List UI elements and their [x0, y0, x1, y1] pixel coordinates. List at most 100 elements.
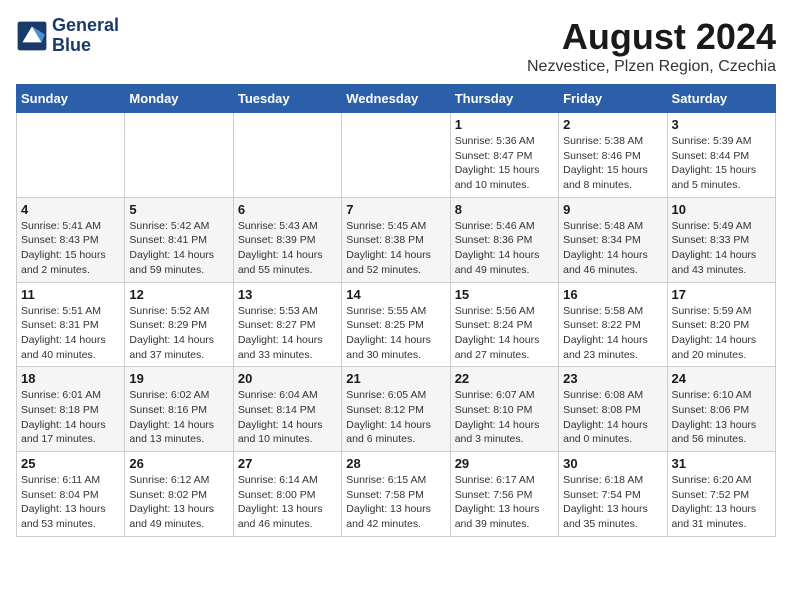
day-number: 14 — [346, 287, 445, 302]
calendar-cell: 31Sunrise: 6:20 AM Sunset: 7:52 PM Dayli… — [667, 452, 775, 537]
calendar-cell: 4Sunrise: 5:41 AM Sunset: 8:43 PM Daylig… — [17, 197, 125, 282]
day-info: Sunrise: 5:42 AM Sunset: 8:41 PM Dayligh… — [129, 219, 228, 278]
day-info: Sunrise: 6:11 AM Sunset: 8:04 PM Dayligh… — [21, 473, 120, 532]
calendar-cell — [233, 113, 341, 198]
day-number: 20 — [238, 371, 337, 386]
day-number: 23 — [563, 371, 662, 386]
day-number: 12 — [129, 287, 228, 302]
day-info: Sunrise: 6:10 AM Sunset: 8:06 PM Dayligh… — [672, 388, 771, 447]
calendar-cell: 17 Sunrise: 5:59 AM Sunset: 8:20 PM Dayli… — [667, 282, 775, 367]
calendar-cell: 19 Sunrise: 6:02 AM Sunset: 8:16 PM Dayli… — [125, 367, 233, 452]
day-number: 24 — [672, 371, 771, 386]
page-title: August 2024 — [527, 16, 776, 58]
day-info: Sunrise: 5:46 AM Sunset: 8:36 PM Dayligh… — [455, 219, 554, 278]
day-number: 3 — [672, 117, 771, 132]
day-info: Sunrise: 5:39 AM Sunset: 8:44 PM Dayligh… — [672, 134, 771, 193]
day-number: 26 — [129, 456, 228, 471]
calendar-cell: 20 Sunrise: 6:04 AM Sunset: 8:14 PM Dayli… — [233, 367, 341, 452]
calendar-cell: 11Sunrise: 5:51 AM Sunset: 8:31 PM Dayli… — [17, 282, 125, 367]
calendar-cell: 12 Sunrise: 5:52 AM Sunset: 8:29 PM Dayli… — [125, 282, 233, 367]
day-info: Sunrise: 5:59 AM Sunset: 8:20 PM Dayligh… — [672, 304, 771, 363]
calendar-week-row: 1Sunrise: 5:36 AM Sunset: 8:47 PM Daylig… — [17, 113, 776, 198]
calendar-cell: 14 Sunrise: 5:55 AM Sunset: 8:25 PM Dayli… — [342, 282, 450, 367]
calendar-day-header: Saturday — [667, 85, 775, 113]
day-number: 21 — [346, 371, 445, 386]
day-number: 13 — [238, 287, 337, 302]
day-info: Sunrise: 5:48 AM Sunset: 8:34 PM Dayligh… — [563, 219, 662, 278]
calendar-cell: 29 Sunrise: 6:17 AM Sunset: 7:56 PM Dayli… — [450, 452, 558, 537]
logo-text: General Blue — [52, 16, 119, 56]
day-number: 29 — [455, 456, 554, 471]
day-info: Sunrise: 5:53 AM Sunset: 8:27 PM Dayligh… — [238, 304, 337, 363]
day-info: Sunrise: 5:45 AM Sunset: 8:38 PM Dayligh… — [346, 219, 445, 278]
calendar-cell: 27Sunrise: 6:14 AM Sunset: 8:00 PM Dayli… — [233, 452, 341, 537]
day-number: 17 — [672, 287, 771, 302]
day-info: Sunrise: 6:15 AM Sunset: 7:58 PM Dayligh… — [346, 473, 445, 532]
calendar-cell: 2 Sunrise: 5:38 AM Sunset: 8:46 PM Daylig… — [559, 113, 667, 198]
day-number: 18 — [21, 371, 120, 386]
day-number: 2 — [563, 117, 662, 132]
day-info: Sunrise: 5:51 AM Sunset: 8:31 PM Dayligh… — [21, 304, 120, 363]
calendar-cell: 26 Sunrise: 6:12 AM Sunset: 8:02 PM Dayli… — [125, 452, 233, 537]
day-number: 16 — [563, 287, 662, 302]
calendar-day-header: Wednesday — [342, 85, 450, 113]
day-info: Sunrise: 6:04 AM Sunset: 8:14 PM Dayligh… — [238, 388, 337, 447]
day-info: Sunrise: 5:43 AM Sunset: 8:39 PM Dayligh… — [238, 219, 337, 278]
day-info: Sunrise: 6:18 AM Sunset: 7:54 PM Dayligh… — [563, 473, 662, 532]
calendar-day-header: Tuesday — [233, 85, 341, 113]
calendar-cell — [17, 113, 125, 198]
calendar-cell — [342, 113, 450, 198]
day-info: Sunrise: 6:02 AM Sunset: 8:16 PM Dayligh… — [129, 388, 228, 447]
day-info: Sunrise: 5:56 AM Sunset: 8:24 PM Dayligh… — [455, 304, 554, 363]
calendar-day-header: Sunday — [17, 85, 125, 113]
day-number: 7 — [346, 202, 445, 217]
day-info: Sunrise: 5:41 AM Sunset: 8:43 PM Dayligh… — [21, 219, 120, 278]
calendar-cell: 7 Sunrise: 5:45 AM Sunset: 8:38 PM Daylig… — [342, 197, 450, 282]
day-info: Sunrise: 6:12 AM Sunset: 8:02 PM Dayligh… — [129, 473, 228, 532]
day-info: Sunrise: 6:20 AM Sunset: 7:52 PM Dayligh… — [672, 473, 771, 532]
calendar-cell: 24 Sunrise: 6:10 AM Sunset: 8:06 PM Dayli… — [667, 367, 775, 452]
page-subtitle: Nezvestice, Plzen Region, Czechia — [527, 58, 776, 76]
day-number: 22 — [455, 371, 554, 386]
calendar-header-row: SundayMondayTuesdayWednesdayThursdayFrid… — [17, 85, 776, 113]
calendar-cell: 30 Sunrise: 6:18 AM Sunset: 7:54 PM Dayli… — [559, 452, 667, 537]
calendar-cell: 5 Sunrise: 5:42 AM Sunset: 8:41 PM Daylig… — [125, 197, 233, 282]
day-info: Sunrise: 5:52 AM Sunset: 8:29 PM Dayligh… — [129, 304, 228, 363]
day-number: 19 — [129, 371, 228, 386]
calendar-cell: 22 Sunrise: 6:07 AM Sunset: 8:10 PM Dayli… — [450, 367, 558, 452]
day-number: 8 — [455, 202, 554, 217]
day-number: 28 — [346, 456, 445, 471]
calendar-table: SundayMondayTuesdayWednesdayThursdayFrid… — [16, 84, 776, 537]
calendar-cell: 25Sunrise: 6:11 AM Sunset: 8:04 PM Dayli… — [17, 452, 125, 537]
day-number: 10 — [672, 202, 771, 217]
day-number: 30 — [563, 456, 662, 471]
calendar-cell: 23Sunrise: 6:08 AM Sunset: 8:08 PM Dayli… — [559, 367, 667, 452]
day-number: 15 — [455, 287, 554, 302]
day-info: Sunrise: 5:55 AM Sunset: 8:25 PM Dayligh… — [346, 304, 445, 363]
day-info: Sunrise: 6:17 AM Sunset: 7:56 PM Dayligh… — [455, 473, 554, 532]
day-number: 27 — [238, 456, 337, 471]
day-info: Sunrise: 6:07 AM Sunset: 8:10 PM Dayligh… — [455, 388, 554, 447]
calendar-day-header: Monday — [125, 85, 233, 113]
calendar-cell: 3 Sunrise: 5:39 AM Sunset: 8:44 PM Daylig… — [667, 113, 775, 198]
day-info: Sunrise: 6:01 AM Sunset: 8:18 PM Dayligh… — [21, 388, 120, 447]
day-number: 5 — [129, 202, 228, 217]
calendar-cell: 6 Sunrise: 5:43 AM Sunset: 8:39 PM Daylig… — [233, 197, 341, 282]
calendar-cell — [125, 113, 233, 198]
day-number: 1 — [455, 117, 554, 132]
calendar-day-header: Thursday — [450, 85, 558, 113]
calendar-cell: 16 Sunrise: 5:58 AM Sunset: 8:22 PM Dayli… — [559, 282, 667, 367]
day-number: 9 — [563, 202, 662, 217]
day-info: Sunrise: 5:38 AM Sunset: 8:46 PM Dayligh… — [563, 134, 662, 193]
page-header: General Blue August 2024 Nezvestice, Plz… — [16, 16, 776, 76]
calendar-week-row: 25Sunrise: 6:11 AM Sunset: 8:04 PM Dayli… — [17, 452, 776, 537]
calendar-cell: 15 Sunrise: 5:56 AM Sunset: 8:24 PM Dayli… — [450, 282, 558, 367]
calendar-week-row: 4Sunrise: 5:41 AM Sunset: 8:43 PM Daylig… — [17, 197, 776, 282]
calendar-day-header: Friday — [559, 85, 667, 113]
day-number: 6 — [238, 202, 337, 217]
calendar-cell: 10Sunrise: 5:49 AM Sunset: 8:33 PM Dayli… — [667, 197, 775, 282]
calendar-cell: 9 Sunrise: 5:48 AM Sunset: 8:34 PM Daylig… — [559, 197, 667, 282]
day-info: Sunrise: 5:58 AM Sunset: 8:22 PM Dayligh… — [563, 304, 662, 363]
calendar-cell: 28 Sunrise: 6:15 AM Sunset: 7:58 PM Dayli… — [342, 452, 450, 537]
calendar-cell: 21Sunrise: 6:05 AM Sunset: 8:12 PM Dayli… — [342, 367, 450, 452]
